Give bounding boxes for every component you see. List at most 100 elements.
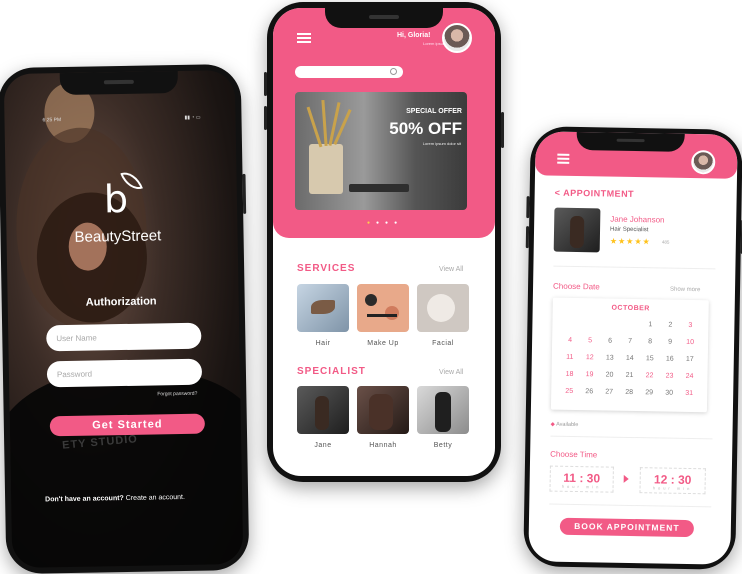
banner-kicker: SPECIAL OFFER: [406, 108, 462, 115]
calendar-grid: 1234567891011121314151617181920212223242…: [559, 320, 700, 406]
calendar-day[interactable]: 11: [560, 354, 580, 361]
calendar-day[interactable]: 16: [660, 355, 680, 362]
calendar-day[interactable]: 12: [580, 354, 600, 361]
calendar-day[interactable]: 24: [679, 373, 699, 380]
calendar-day[interactable]: 8: [640, 338, 660, 345]
volume-button: [264, 72, 267, 96]
speaker: [617, 139, 645, 142]
calendar-day[interactable]: 7: [620, 338, 640, 345]
service-hair[interactable]: [297, 284, 349, 332]
specialist-betty[interactable]: [417, 386, 469, 434]
service-facial[interactable]: [417, 284, 469, 332]
banner-sub: Lorem ipsum dolor sit: [423, 141, 461, 146]
search-icon: [390, 68, 397, 75]
calendar-day[interactable]: 19: [579, 371, 599, 378]
specialist-title: SPECIALIST: [297, 366, 366, 377]
specialist-jane[interactable]: [297, 386, 349, 434]
calendar-day[interactable]: 28: [619, 389, 639, 396]
calendar-day[interactable]: 25: [559, 388, 579, 395]
calendar-day[interactable]: 23: [659, 372, 679, 379]
service-label: Hair: [297, 340, 349, 347]
show-more-link[interactable]: Show more: [670, 287, 700, 294]
arrow-right-icon: [624, 475, 629, 483]
service-label: Facial: [417, 340, 469, 347]
choose-date-label: Choose Date: [553, 282, 600, 292]
calendar-day[interactable]: 13: [600, 354, 620, 361]
phone-login: ETY STUDIO 6:25 PM ▮▮ ◔ ▭ b BeautyStreet…: [0, 64, 249, 574]
time-to[interactable]: 12 : 30 hour min: [639, 467, 705, 494]
specialist-hannah[interactable]: [357, 386, 409, 434]
create-account-link[interactable]: Create an account.: [126, 494, 185, 502]
status-time: 6:25 PM: [42, 117, 61, 123]
menu-icon[interactable]: [557, 154, 569, 164]
phone-notch: [325, 8, 443, 28]
salon-cape: [4, 369, 244, 568]
username-field[interactable]: User Name: [46, 323, 201, 352]
calendar-day[interactable]: 15: [640, 355, 660, 362]
time-to-units: hour min: [641, 485, 705, 491]
power-button: [501, 112, 504, 148]
greeting: Hi, Gloria!: [397, 32, 430, 39]
calendar-day[interactable]: 9: [660, 338, 680, 345]
calendar-day[interactable]: 21: [619, 372, 639, 379]
banner-headline: 50% OFF: [389, 119, 462, 139]
services-title: SERVICES: [297, 263, 355, 274]
calendar-day[interactable]: 1: [640, 321, 660, 328]
promo-banner[interactable]: SPECIAL OFFER 50% OFF Lorem ipsum dolor …: [295, 92, 467, 210]
brand-name: BeautyStreet: [74, 227, 161, 246]
volume-button: [264, 106, 267, 130]
divider: [550, 436, 712, 440]
time-from[interactable]: 11 : 30 hour min: [549, 466, 613, 493]
status-icons: ▮▮ ◔ ▭: [184, 115, 200, 121]
calendar-day[interactable]: 31: [679, 390, 699, 397]
phone-notch: [576, 132, 684, 152]
calendar-day[interactable]: 29: [639, 389, 659, 396]
calendar-day[interactable]: 26: [579, 388, 599, 395]
calendar-day[interactable]: 22: [639, 372, 659, 379]
phone-appointment: < APPOINTMENT Jane Johanson Hair Special…: [523, 126, 742, 570]
signup-prefix: Don't have an account?: [45, 495, 124, 503]
calendar-day[interactable]: 5: [580, 337, 600, 344]
brush-2: [321, 100, 327, 146]
calendar-day[interactable]: 2: [660, 321, 680, 328]
calendar-day[interactable]: 30: [659, 389, 679, 396]
available-legend: ◆ Available: [551, 422, 579, 428]
calendar-day[interactable]: 4: [560, 337, 580, 344]
calendar-month: OCTOBER: [553, 304, 709, 314]
specialist-label: Hannah: [357, 442, 409, 449]
forgot-password-link[interactable]: Forgot password?: [157, 391, 197, 398]
search-input[interactable]: [295, 66, 403, 78]
calendar-day[interactable]: 18: [559, 371, 579, 378]
speaker: [104, 80, 134, 85]
specialist-role: Hair Specialist: [610, 227, 648, 234]
menu-icon[interactable]: [297, 33, 311, 43]
specialist-name: Jane Johanson: [610, 215, 664, 225]
calendar-day[interactable]: 20: [599, 371, 619, 378]
palette: [349, 184, 409, 192]
brand-logo-letter: b: [104, 177, 129, 221]
service-makeup[interactable]: [357, 284, 409, 332]
speaker: [369, 15, 399, 19]
calendar-day[interactable]: 17: [680, 356, 700, 363]
star-icon: ★: [634, 237, 642, 246]
avatar[interactable]: [442, 23, 472, 53]
calendar-day[interactable]: 6: [600, 337, 620, 344]
power-button: [242, 174, 246, 214]
calendar-day[interactable]: 10: [680, 339, 700, 346]
book-appointment-button[interactable]: BOOK APPOINTMENT: [560, 518, 694, 537]
appointment-screen: < APPOINTMENT Jane Johanson Hair Special…: [528, 131, 737, 564]
available-label: Available: [556, 422, 578, 428]
password-field[interactable]: Password: [47, 359, 202, 388]
home-screen: Hi, Gloria! Lorem ipsum SPECIAL OFFER 50…: [273, 8, 495, 476]
divider: [553, 266, 715, 270]
services-view-all[interactable]: View All: [439, 266, 463, 273]
back-title[interactable]: < APPOINTMENT: [555, 188, 635, 199]
calendar-day[interactable]: 3: [680, 322, 700, 329]
calendar-day[interactable]: 27: [599, 388, 619, 395]
get-started-button[interactable]: Get Started: [50, 414, 205, 437]
specialist-view-all[interactable]: View All: [439, 369, 463, 376]
calendar-day[interactable]: 14: [620, 355, 640, 362]
brush-cup: [309, 144, 343, 194]
carousel-dots[interactable]: ●●●●: [367, 220, 403, 226]
time-from-units: hour min: [551, 484, 613, 490]
